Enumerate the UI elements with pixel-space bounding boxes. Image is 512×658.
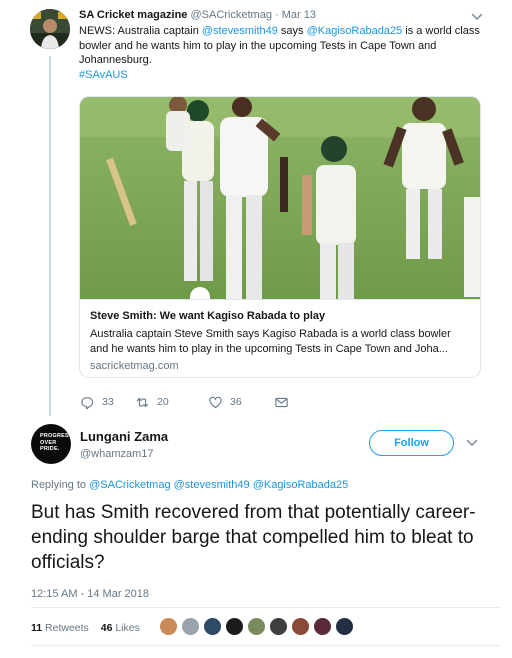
heart-icon (209, 396, 222, 408)
follow-button[interactable]: Follow (369, 430, 454, 456)
liker-avatar[interactable] (269, 617, 288, 636)
retweets-stat[interactable]: 11 Retweets (31, 622, 89, 634)
parent-tweet-text: NEWS: Australia captain @stevesmith49 sa… (79, 24, 485, 82)
reply-mention-stevesmith49[interactable]: @stevesmith49 (174, 479, 250, 491)
liker-avatar[interactable] (225, 617, 244, 636)
main-display-name[interactable]: Lungani Zama (80, 429, 168, 445)
reply-button[interactable]: 33 (80, 394, 114, 410)
like-button[interactable]: 36 (208, 394, 242, 410)
meta-separator: · (275, 9, 279, 21)
liker-avatar[interactable] (335, 617, 354, 636)
hashtag-savaus[interactable]: #SAvAUS (79, 69, 128, 81)
reply-mention-kagisorabada25[interactable]: @KagisoRabada25 (253, 479, 349, 491)
chevron-down-icon[interactable] (466, 438, 478, 448)
card-domain: sacricketmag.com (90, 360, 179, 372)
likes-stat[interactable]: 46 Likes (101, 622, 140, 634)
retweets-count: 11 (31, 622, 43, 634)
parent-tweet-header: SA Cricket magazine @SACricketmag · Mar … (79, 8, 485, 23)
tweet-stats: 11 Retweets 46 Likes (31, 621, 140, 635)
link-preview-card[interactable]: Steve Smith: We want Kagiso Rabada to pl… (79, 96, 481, 378)
thread-connector-line (49, 56, 51, 416)
sa-cricket-avatar[interactable] (30, 9, 70, 49)
retweet-button[interactable]: 20 (135, 394, 169, 410)
text-segment: NEWS: Australia captain (79, 25, 202, 37)
card-body: Steve Smith: We want Kagiso Rabada to pl… (80, 299, 480, 377)
likes-count: 46 (100, 622, 113, 634)
replying-to: Replying to @SACricketmag @stevesmith49 … (31, 478, 348, 492)
likes-label: Likes (115, 622, 140, 634)
main-tweet-text: But has Smith recovered from that potent… (31, 502, 476, 573)
reply-mention-sacricketmag[interactable]: @SACricketmag (89, 479, 170, 491)
card-description-line: and he wants him to play in the upcoming… (90, 342, 448, 355)
liker-avatar[interactable] (247, 617, 266, 636)
avatar-text-line: PRIDE. (40, 446, 60, 452)
liker-avatar[interactable] (159, 617, 178, 636)
mention-stevesmith49[interactable]: @stevesmith49 (202, 25, 278, 37)
envelope-icon (275, 397, 288, 407)
tweet-timestamp[interactable]: 12:15 AM - 14 Mar 2018 (31, 587, 149, 601)
mention-kagisorabada25[interactable]: @KagisoRabada25 (307, 25, 403, 37)
parent-display-name[interactable]: SA Cricket magazine (79, 9, 187, 21)
direct-message-button[interactable] (274, 394, 296, 410)
parent-handle[interactable]: @SACricketmag (190, 9, 271, 21)
card-photo (80, 97, 480, 299)
text-segment: says (277, 25, 307, 37)
like-count: 36 (230, 396, 242, 408)
card-description: Australia captain Steve Smith says Kagis… (90, 327, 470, 356)
retweets-label: Retweets (45, 622, 89, 634)
liker-avatar[interactable] (203, 617, 222, 636)
cricket-match-photo (80, 97, 480, 299)
liker-avatar[interactable] (181, 617, 200, 636)
parent-tweet: SA Cricket magazine @SACricketmag · Mar … (79, 8, 485, 82)
reply-icon (81, 396, 94, 409)
retweet-icon (136, 397, 149, 407)
divider (31, 607, 501, 608)
chevron-down-icon[interactable] (471, 12, 483, 22)
main-handle[interactable]: @whamzam17 (80, 447, 154, 461)
liker-avatar[interactable] (313, 617, 332, 636)
liker-avatar[interactable] (291, 617, 310, 636)
replying-to-label: Replying to (31, 479, 87, 491)
sa-cricket-avatar-image (30, 9, 70, 49)
divider (31, 645, 501, 646)
retweet-count: 20 (157, 396, 169, 408)
card-title: Steve Smith: We want Kagiso Rabada to pl… (90, 310, 326, 322)
reply-count: 33 (102, 396, 114, 408)
card-description-line: Australia captain Steve Smith says Kagis… (90, 328, 451, 340)
parent-date[interactable]: Mar 13 (282, 9, 316, 21)
avatar-text-line: PROGRESS (40, 433, 71, 439)
lungani-zama-avatar[interactable]: PROGRESS OVER PRIDE. (31, 424, 71, 464)
